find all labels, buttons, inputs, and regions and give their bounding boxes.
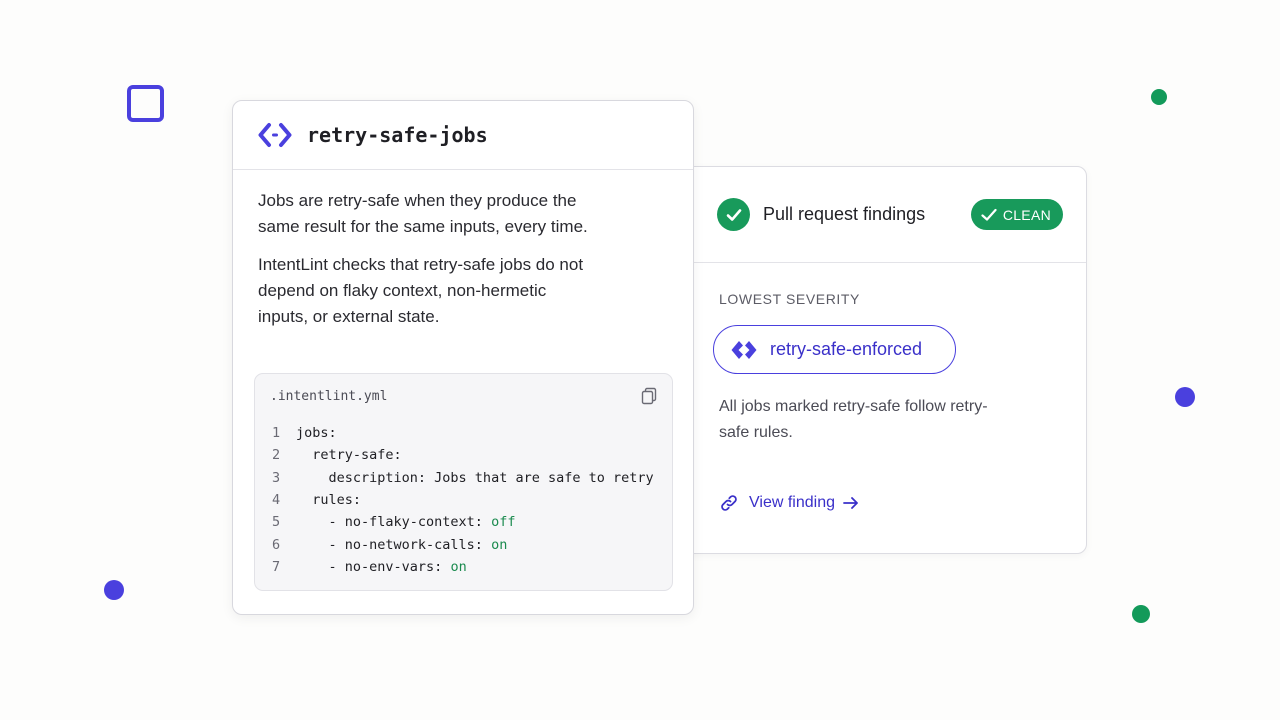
code-line: 6 - no-network-calls: on xyxy=(272,533,654,555)
findings-title: Pull request findings xyxy=(763,204,926,224)
code-line: 4 rules: xyxy=(272,489,654,511)
code-line: 5 - no-flaky-context: off xyxy=(272,511,654,533)
arrow-right-icon xyxy=(843,497,858,509)
rule-pill[interactable]: retry-safe-enforced xyxy=(713,325,956,374)
code-line: 7 - no-env-vars: on xyxy=(272,556,654,578)
view-finding-link[interactable]: View finding xyxy=(719,493,1086,513)
code-text: rules: xyxy=(296,492,362,509)
rule-pill-label: retry-safe-enforced xyxy=(770,339,923,359)
line-number: 2 xyxy=(272,447,281,464)
line-number: 3 xyxy=(272,469,281,486)
code-text: - no-env-vars: xyxy=(296,558,451,575)
rule-card: retry-safe-jobs Jobs are retry-safe when… xyxy=(232,100,694,615)
line-number: 1 xyxy=(272,425,281,442)
decorative-dot-blue xyxy=(104,580,124,600)
diamond-arrows-icon xyxy=(731,340,757,359)
decorative-dot-blue xyxy=(1175,387,1195,407)
line-number: 5 xyxy=(272,514,281,531)
check-icon xyxy=(981,208,997,221)
code-block: .intentlint.yml 1 jobs: 2 retry-safe: 3 … xyxy=(254,373,673,591)
view-finding-label: View finding xyxy=(749,494,835,511)
code-text: - no-flaky-context: xyxy=(296,514,492,531)
code-text: jobs: xyxy=(296,425,337,442)
line-number: 7 xyxy=(272,558,281,575)
code-text: retry-safe: xyxy=(296,447,402,464)
findings-header: Pull request findings CLEAN xyxy=(677,167,1086,263)
check-circle-icon xyxy=(717,198,750,231)
code-line: 2 retry-safe: xyxy=(272,444,654,466)
code-line: 3 description: Jobs that are safe to ret… xyxy=(272,467,654,489)
code-lines: 1 jobs: 2 retry-safe: 3 description: Job… xyxy=(272,422,654,578)
code-filename: .intentlint.yml xyxy=(270,389,388,404)
decorative-dot-green xyxy=(1132,605,1150,623)
line-number: 4 xyxy=(272,492,281,509)
rule-title: retry-safe-jobs xyxy=(307,123,488,147)
line-number: 6 xyxy=(272,536,281,553)
code-brackets-icon xyxy=(258,123,292,147)
finding-description: All jobs marked retry-safe follow retry-… xyxy=(719,398,988,441)
severity-label: LOWEST SEVERITY xyxy=(719,291,860,307)
rule-header: retry-safe-jobs xyxy=(233,101,693,170)
decorative-square xyxy=(127,85,164,122)
link-icon xyxy=(721,495,737,511)
code-value: on xyxy=(450,558,467,575)
code-value: off xyxy=(491,514,516,531)
code-line: 1 jobs: xyxy=(272,422,654,444)
findings-card: Pull request findings CLEAN LOWEST SEVER… xyxy=(676,166,1087,554)
status-badge-label: CLEAN xyxy=(1002,206,1051,223)
code-value: on xyxy=(491,536,508,553)
code-text: description: Jobs that are safe to retry xyxy=(296,469,654,486)
copy-icon[interactable] xyxy=(640,387,658,410)
decorative-dot-green xyxy=(1151,89,1167,105)
rule-description: Jobs are retry-safe when they produce th… xyxy=(258,191,588,236)
rule-check-description: IntentLint checks that retry-safe jobs d… xyxy=(258,255,584,326)
code-text: - no-network-calls: xyxy=(296,536,492,553)
status-badge: CLEAN xyxy=(970,199,1063,230)
